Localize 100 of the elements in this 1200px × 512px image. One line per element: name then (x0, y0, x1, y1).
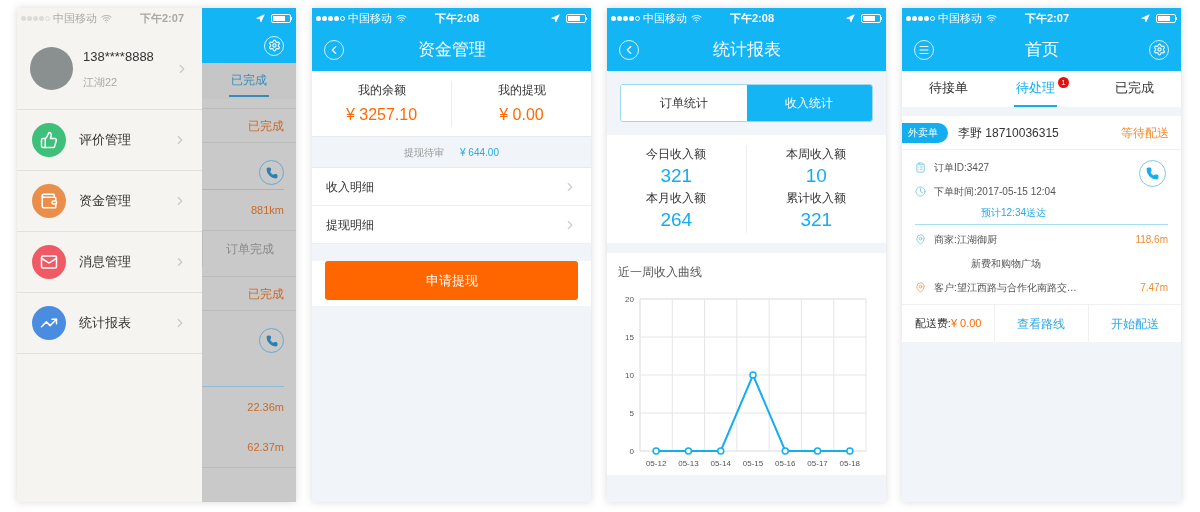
wifi-icon (986, 12, 997, 24)
tab[interactable]: 待接单 (927, 71, 970, 107)
data-point (813, 447, 822, 455)
order-status: 已完成 (248, 117, 284, 135)
merchant-distance: 118.6m (1135, 233, 1168, 247)
y-tick-label: 0 (629, 447, 634, 456)
battery-icon (271, 13, 292, 23)
stat-value: 321 (800, 208, 833, 232)
carrier-name: 中国移动 (643, 10, 687, 26)
list-item[interactable]: 收入明细 (312, 168, 591, 206)
estimated-delivery: 预计12:34送达 (981, 206, 1048, 220)
chart-title: 近一周收入曲线 (618, 264, 703, 281)
location-arrow-icon (1141, 13, 1150, 23)
x-tick-label: 05-15 (742, 459, 764, 468)
status-time: 下午2:08 (435, 10, 480, 26)
phone-icon (265, 334, 278, 347)
battery-icon (861, 13, 882, 23)
segment-tab[interactable]: 订单统计 (621, 85, 747, 121)
phone-icon (265, 166, 278, 179)
summary-label: 我的余额 (357, 81, 406, 99)
x-tick-label: 05-14 (710, 459, 731, 468)
order-status: 等待配送 (1121, 124, 1169, 142)
status-time: 下午2:07 (140, 10, 185, 26)
stat-label: 今日收入额 (646, 146, 707, 163)
carrier-name: 中国移动 (938, 10, 982, 26)
battery-icon (1156, 13, 1177, 23)
distance-text: 881km (250, 202, 284, 218)
location-arrow-icon (551, 13, 560, 23)
carrier-name: 中国移动 (53, 10, 97, 26)
location-arrow-icon (846, 13, 855, 23)
order-time: 下单时间:2017-05-15 12:04 (934, 185, 1056, 199)
location-pin-icon (915, 282, 926, 293)
page-title: 统计报表 (712, 38, 781, 61)
drawer-menu-label: 消息管理 (79, 253, 132, 272)
profile-phone: 138****8888 (83, 47, 155, 66)
stat-label: 累计收入额 (786, 190, 847, 207)
wifi-icon (101, 12, 112, 24)
pending-label: 提现待审 (404, 145, 445, 160)
status-time: 下午2:07 (1025, 10, 1070, 26)
data-point (652, 447, 660, 455)
fee-label: 配送费: (914, 316, 951, 332)
tab[interactable]: 已完成 (1113, 71, 1156, 107)
stat-value: 10 (805, 164, 827, 188)
drawer-menu-label: 评价管理 (79, 131, 132, 150)
stat-label: 本周收入额 (786, 146, 847, 163)
order-type-tag: 外卖单 (902, 122, 948, 143)
wifi-icon (396, 12, 407, 24)
avatar-photo-placeholder (30, 47, 73, 90)
wifi-icon (691, 12, 702, 24)
merchant-name: 商家:江湖御厨 (934, 233, 998, 247)
carrier-name: 中国移动 (348, 10, 392, 26)
phone-icon (1146, 167, 1159, 180)
summary-amount: ¥ 0.00 (499, 104, 544, 125)
x-tick-label: 05-17 (807, 459, 828, 468)
status-time: 下午2:08 (730, 10, 775, 26)
drawer-menu-label: 资金管理 (79, 192, 132, 211)
list-item-label: 收入明细 (326, 178, 375, 196)
y-tick-label: 20 (625, 295, 634, 304)
customer-distance: 7.47m (1140, 281, 1168, 295)
clock-icon (915, 186, 926, 197)
page-title: 资金管理 (417, 38, 486, 61)
location-pin-icon (915, 234, 926, 245)
action-text: 订单完成 (225, 241, 274, 258)
notification-badge: 1 (1058, 77, 1069, 88)
stat-value: 264 (660, 208, 693, 232)
y-tick-label: 5 (629, 409, 634, 418)
data-point (684, 447, 693, 455)
customer-address: 客户:望江西路与合作化南路交… (934, 281, 1078, 295)
summary-label: 我的提现 (497, 81, 546, 99)
x-tick-label: 05-13 (678, 459, 699, 468)
list-item-label: 提现明细 (326, 216, 375, 234)
pending-amount: ¥ 644.00 (460, 145, 499, 160)
order-status: 已完成 (248, 285, 284, 303)
summary-amount: ¥ 3257.10 (345, 104, 418, 125)
x-tick-label: 05-18 (839, 459, 861, 468)
drawer-menu-label: 统计报表 (79, 314, 132, 333)
stat-value: 321 (660, 164, 693, 188)
battery-icon (566, 13, 587, 23)
y-tick-label: 15 (625, 333, 634, 342)
list-item[interactable]: 提现明细 (312, 206, 591, 244)
data-point (716, 447, 725, 455)
delivery-fee: ¥ 0.00 (950, 316, 982, 332)
data-point (781, 447, 790, 455)
y-tick-label: 10 (625, 371, 634, 380)
menu-icon (918, 43, 930, 56)
page-title: 首页 (1024, 38, 1059, 61)
x-tick-label: 05-16 (775, 459, 796, 468)
merchant-address: 新费和购物广场 (971, 257, 1042, 271)
settings-icon (1152, 43, 1166, 56)
location-arrow-icon (256, 13, 265, 23)
settings-icon (267, 39, 281, 52)
clipboard-icon (915, 162, 926, 173)
distance-text: 62.37m (247, 439, 284, 455)
customer-contact: 李野 18710036315 (958, 124, 1060, 142)
order-id: 订单ID:3427 (934, 161, 990, 175)
profile-name: 江湖22 (83, 75, 119, 90)
x-tick-label: 05-12 (645, 459, 667, 468)
stat-label: 本月收入额 (646, 190, 707, 207)
data-point (749, 371, 757, 379)
data-point (846, 447, 854, 455)
